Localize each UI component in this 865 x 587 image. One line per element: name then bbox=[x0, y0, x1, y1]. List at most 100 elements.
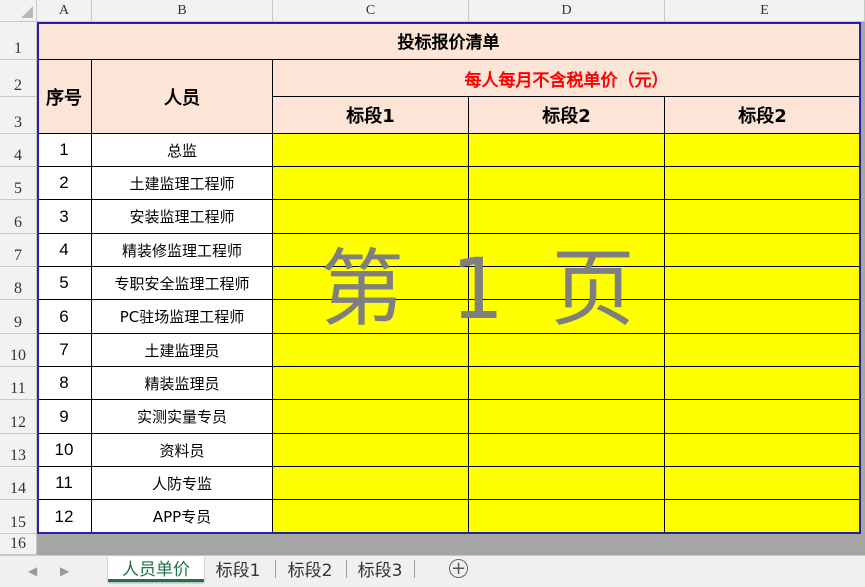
price-cell-section-1[interactable] bbox=[273, 167, 469, 200]
price-cell-section-2[interactable] bbox=[469, 300, 665, 334]
price-cell-section-1[interactable] bbox=[273, 467, 469, 500]
sheet-title-cell[interactable]: 投标报价清单 bbox=[37, 22, 861, 60]
next-sheet-icon[interactable]: ▶ bbox=[60, 564, 69, 578]
column-header-c[interactable]: C bbox=[273, 0, 469, 22]
row-header-5[interactable]: 5 bbox=[0, 167, 37, 200]
row-header-1[interactable]: 1 bbox=[0, 22, 37, 60]
person-cell[interactable]: 土建监理工程师 bbox=[92, 167, 273, 200]
select-all-corner[interactable] bbox=[0, 0, 37, 22]
price-cell-section-1[interactable] bbox=[273, 134, 469, 167]
empty-area bbox=[37, 534, 865, 555]
price-cell-section-3[interactable] bbox=[665, 367, 861, 400]
row-header-12[interactable]: 12 bbox=[0, 400, 37, 434]
price-cell-section-1[interactable] bbox=[273, 334, 469, 367]
person-cell[interactable]: PC驻场监理工程师 bbox=[92, 300, 273, 334]
person-cell[interactable]: 精装修监理工程师 bbox=[92, 234, 273, 267]
sheet-tab-section-1[interactable]: 标段1 bbox=[206, 556, 270, 581]
price-cell-section-2[interactable] bbox=[469, 234, 665, 267]
price-cell-section-2[interactable] bbox=[469, 134, 665, 167]
add-sheet-icon[interactable]: + bbox=[449, 559, 468, 578]
sheet-tab-personnel-price[interactable]: 人员单价 bbox=[108, 556, 204, 582]
price-cell-section-2[interactable] bbox=[469, 367, 665, 400]
person-cell[interactable]: 专职安全监理工程师 bbox=[92, 267, 273, 300]
price-cell-section-1[interactable] bbox=[273, 500, 469, 534]
price-cell-section-2[interactable] bbox=[469, 267, 665, 300]
person-cell[interactable]: 资料员 bbox=[92, 434, 273, 467]
column-header-a[interactable]: A bbox=[37, 0, 92, 22]
row-header-16[interactable]: 16 bbox=[0, 534, 37, 555]
person-cell[interactable]: 土建监理员 bbox=[92, 334, 273, 367]
price-cell-section-3[interactable] bbox=[665, 200, 861, 234]
price-cell-section-3[interactable] bbox=[665, 167, 861, 200]
column-header-d[interactable]: D bbox=[469, 0, 665, 22]
seq-cell[interactable]: 7 bbox=[37, 334, 92, 367]
price-cell-section-1[interactable] bbox=[273, 200, 469, 234]
tab-divider bbox=[346, 560, 347, 578]
row-header-8[interactable]: 8 bbox=[0, 267, 37, 300]
sheet-tab-section-3[interactable]: 标段3 bbox=[348, 556, 412, 581]
row-header-14[interactable]: 14 bbox=[0, 467, 37, 500]
seq-cell[interactable]: 9 bbox=[37, 400, 92, 434]
price-cell-section-1[interactable] bbox=[273, 434, 469, 467]
header-price-cell[interactable]: 每人每月不含税单价（元） bbox=[273, 60, 861, 97]
price-cell-section-3[interactable] bbox=[665, 300, 861, 334]
seq-cell[interactable]: 11 bbox=[37, 467, 92, 500]
price-cell-section-3[interactable] bbox=[665, 234, 861, 267]
person-cell[interactable]: APP专员 bbox=[92, 500, 273, 534]
header-section-3[interactable]: 标段2 bbox=[665, 97, 861, 134]
price-cell-section-3[interactable] bbox=[665, 334, 861, 367]
price-cell-section-2[interactable] bbox=[469, 167, 665, 200]
price-cell-section-2[interactable] bbox=[469, 334, 665, 367]
row-header-10[interactable]: 10 bbox=[0, 334, 37, 367]
price-cell-section-2[interactable] bbox=[469, 467, 665, 500]
person-cell[interactable]: 总监 bbox=[92, 134, 273, 167]
person-cell[interactable]: 人防专监 bbox=[92, 467, 273, 500]
price-cell-section-1[interactable] bbox=[273, 267, 469, 300]
seq-cell[interactable]: 4 bbox=[37, 234, 92, 267]
seq-cell[interactable]: 5 bbox=[37, 267, 92, 300]
price-cell-section-3[interactable] bbox=[665, 134, 861, 167]
prev-sheet-icon[interactable]: ◀ bbox=[28, 564, 37, 578]
price-cell-section-1[interactable] bbox=[273, 234, 469, 267]
row-header-13[interactable]: 13 bbox=[0, 434, 37, 467]
price-cell-section-3[interactable] bbox=[665, 400, 861, 434]
price-cell-section-3[interactable] bbox=[665, 434, 861, 467]
header-section-1[interactable]: 标段1 bbox=[273, 97, 469, 134]
sheet-tab-bar: ◀ ▶ 人员单价 标段1 标段2 标段3 + bbox=[0, 555, 865, 587]
price-cell-section-1[interactable] bbox=[273, 400, 469, 434]
person-cell[interactable]: 实测实量专员 bbox=[92, 400, 273, 434]
seq-cell[interactable]: 3 bbox=[37, 200, 92, 234]
price-cell-section-2[interactable] bbox=[469, 200, 665, 234]
header-seq-cell[interactable]: 序号 bbox=[37, 60, 92, 134]
person-cell[interactable]: 精装监理员 bbox=[92, 367, 273, 400]
price-cell-section-3[interactable] bbox=[665, 267, 861, 300]
column-header-e[interactable]: E bbox=[665, 0, 865, 22]
seq-cell[interactable]: 12 bbox=[37, 500, 92, 534]
person-cell[interactable]: 安装监理工程师 bbox=[92, 200, 273, 234]
seq-cell[interactable]: 1 bbox=[37, 134, 92, 167]
row-header-6[interactable]: 6 bbox=[0, 200, 37, 234]
price-cell-section-1[interactable] bbox=[273, 367, 469, 400]
column-header-b[interactable]: B bbox=[92, 0, 273, 22]
row-header-4[interactable]: 4 bbox=[0, 134, 37, 167]
select-all-icon bbox=[21, 6, 33, 18]
price-cell-section-2[interactable] bbox=[469, 400, 665, 434]
row-header-9[interactable]: 9 bbox=[0, 300, 37, 334]
row-header-7[interactable]: 7 bbox=[0, 234, 37, 267]
price-cell-section-2[interactable] bbox=[469, 500, 665, 534]
seq-cell[interactable]: 2 bbox=[37, 167, 92, 200]
row-header-2[interactable]: 2 bbox=[0, 60, 37, 97]
header-person-cell[interactable]: 人员 bbox=[92, 60, 273, 134]
sheet-tab-section-2[interactable]: 标段2 bbox=[278, 556, 342, 581]
seq-cell[interactable]: 10 bbox=[37, 434, 92, 467]
price-cell-section-2[interactable] bbox=[469, 434, 665, 467]
row-header-15[interactable]: 15 bbox=[0, 500, 37, 534]
price-cell-section-1[interactable] bbox=[273, 300, 469, 334]
row-header-3[interactable]: 3 bbox=[0, 97, 37, 134]
price-cell-section-3[interactable] bbox=[665, 500, 861, 534]
seq-cell[interactable]: 6 bbox=[37, 300, 92, 334]
price-cell-section-3[interactable] bbox=[665, 467, 861, 500]
header-section-2[interactable]: 标段2 bbox=[469, 97, 665, 134]
row-header-11[interactable]: 11 bbox=[0, 367, 37, 400]
seq-cell[interactable]: 8 bbox=[37, 367, 92, 400]
